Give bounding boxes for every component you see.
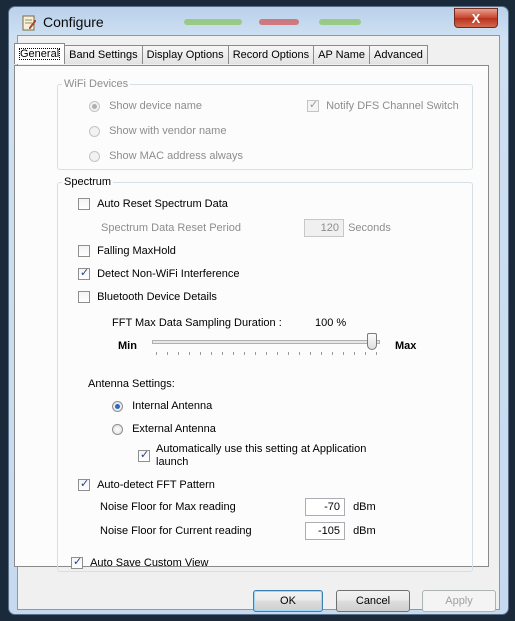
fft-slider-track[interactable]: [152, 340, 380, 344]
slider-tick: [244, 352, 245, 355]
slider-tick: [189, 352, 190, 355]
slider-tick: [200, 352, 201, 355]
blurred-title-detail: [184, 19, 242, 25]
ok-button[interactable]: OK: [253, 590, 323, 612]
notify-dfs-checkbox[interactable]: [307, 98, 319, 113]
spectrum-legend: Spectrum: [64, 176, 112, 188]
slider-tick: [178, 352, 179, 355]
slider-tick: [233, 352, 234, 355]
auto-reset-checkbox[interactable]: [78, 198, 90, 211]
internal-antenna-label: Internal Antenna: [132, 400, 213, 412]
antenna-settings-label: Antenna Settings:: [88, 378, 175, 390]
bluetooth-details-option[interactable]: Bluetooth Device Details: [78, 291, 217, 304]
falling-maxhold-label: Falling MaxHold: [97, 245, 176, 257]
tab-general[interactable]: General: [14, 43, 66, 64]
tab-advanced[interactable]: Advanced: [369, 45, 428, 64]
reset-period-input[interactable]: 120: [304, 219, 344, 237]
notify-dfs-option[interactable]: Notify DFS Channel Switch: [307, 98, 459, 113]
fft-duration-value: 100 %: [315, 317, 347, 329]
fft-slider-thumb[interactable]: [367, 333, 377, 350]
detect-nonwifi-label: Detect Non-WiFi Interference: [97, 268, 240, 280]
noise-max-label: Noise Floor for Max reading: [100, 501, 236, 513]
show-vendor-name-label: Show with vendor name: [109, 125, 227, 137]
falling-maxhold-option[interactable]: Falling MaxHold: [78, 245, 176, 258]
slider-tick: [321, 352, 322, 355]
reset-period-label: Spectrum Data Reset Period: [101, 222, 242, 234]
auto-reset-option[interactable]: Auto Reset Spectrum Data: [78, 198, 228, 211]
auto-use-setting-checkbox[interactable]: [138, 448, 150, 463]
tab-display-options[interactable]: Display Options: [141, 45, 229, 64]
slider-tick: [376, 352, 377, 355]
cancel-button[interactable]: Cancel: [336, 590, 410, 612]
slider-tick: [156, 352, 157, 355]
noise-current-label: Noise Floor for Current reading: [100, 525, 252, 537]
noise-current-row: -105 dBm: [305, 522, 376, 540]
auto-detect-fft-checkbox[interactable]: [78, 477, 90, 492]
auto-use-setting-label: Automatically use this setting at Applic…: [156, 443, 367, 468]
configure-app-icon: [22, 15, 37, 31]
falling-maxhold-checkbox[interactable]: [78, 245, 90, 258]
slider-tick: [277, 352, 278, 355]
show-mac-radio[interactable]: [89, 150, 100, 162]
notify-dfs-label: Notify DFS Channel Switch: [326, 100, 459, 112]
fft-duration-label: FFT Max Data Sampling Duration :: [112, 317, 282, 329]
slider-tick: [266, 352, 267, 355]
slider-tick: [299, 352, 300, 355]
tab-record-options[interactable]: Record Options: [227, 45, 315, 64]
noise-current-input[interactable]: -105: [305, 522, 345, 540]
external-antenna-label: External Antenna: [132, 423, 216, 435]
slider-tick: [354, 352, 355, 355]
show-device-name-radio[interactable]: [89, 100, 100, 112]
tab-band-settings[interactable]: Band Settings: [64, 45, 143, 64]
slider-tick: [255, 352, 256, 355]
show-device-name-option[interactable]: Show device name: [89, 100, 202, 112]
tab-strip: General Band Settings Display Options Re…: [14, 43, 428, 65]
wifi-devices-legend: WiFi Devices: [64, 78, 129, 90]
auto-save-checkbox[interactable]: [71, 555, 83, 570]
apply-button[interactable]: Apply: [422, 590, 496, 612]
external-antenna-option[interactable]: External Antenna: [112, 423, 216, 435]
external-antenna-radio[interactable]: [112, 423, 123, 435]
blurred-title-detail: [319, 19, 361, 25]
bluetooth-details-checkbox[interactable]: [78, 291, 90, 304]
reset-period-row: 120 Seconds: [304, 219, 391, 237]
slider-tick: [167, 352, 168, 355]
slider-tick: [332, 352, 333, 355]
slider-tick: [222, 352, 223, 355]
close-button[interactable]: X: [454, 8, 498, 28]
slider-tick: [211, 352, 212, 355]
noise-max-input[interactable]: -70: [305, 498, 345, 516]
window-title: Configure: [43, 14, 104, 30]
auto-save-label: Auto Save Custom View: [90, 557, 209, 569]
slider-tick: [310, 352, 311, 355]
show-mac-label: Show MAC address always: [109, 150, 243, 162]
slider-tick: [343, 352, 344, 355]
internal-antenna-radio[interactable]: [112, 400, 123, 412]
slider-tick: [365, 352, 366, 355]
auto-reset-label: Auto Reset Spectrum Data: [97, 198, 228, 210]
bluetooth-details-label: Bluetooth Device Details: [97, 291, 217, 303]
auto-detect-fft-option[interactable]: Auto-detect FFT Pattern: [78, 477, 215, 492]
show-vendor-name-radio[interactable]: [89, 125, 100, 137]
auto-save-option[interactable]: Auto Save Custom View: [71, 555, 209, 570]
noise-max-unit: dBm: [353, 501, 376, 513]
title-bar[interactable]: Configure X: [9, 7, 508, 35]
tab-ap-name[interactable]: AP Name: [313, 45, 370, 64]
show-vendor-name-option[interactable]: Show with vendor name: [89, 125, 226, 137]
noise-max-row: -70 dBm: [305, 498, 376, 516]
detect-nonwifi-option[interactable]: Detect Non-WiFi Interference: [78, 266, 240, 281]
detect-nonwifi-checkbox[interactable]: [78, 266, 90, 281]
slider-tick: [288, 352, 289, 355]
blurred-title-detail: [259, 19, 299, 25]
internal-antenna-option[interactable]: Internal Antenna: [112, 400, 212, 412]
slider-max-label: Max: [395, 340, 417, 352]
reset-period-unit: Seconds: [348, 222, 391, 234]
auto-detect-fft-label: Auto-detect FFT Pattern: [97, 479, 215, 491]
slider-min-label: Min: [118, 340, 137, 352]
show-mac-option[interactable]: Show MAC address always: [89, 150, 243, 162]
noise-current-unit: dBm: [353, 525, 376, 537]
show-device-name-label: Show device name: [109, 100, 203, 112]
